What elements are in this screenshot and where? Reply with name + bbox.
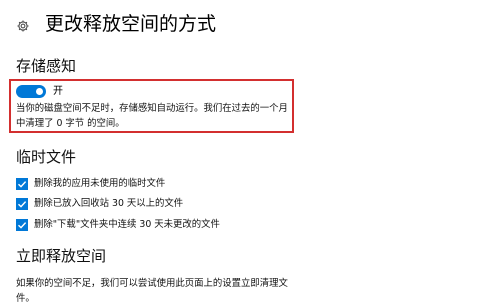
checkbox-checked-icon[interactable] (16, 219, 28, 231)
header (16, 13, 30, 37)
free-space-now-title: 立即释放空间 (16, 247, 107, 265)
gear-icon (16, 18, 30, 32)
checkbox-delete-app-temp[interactable]: 删除我的应用未使用的临时文件 (16, 177, 165, 191)
checkbox-label: 删除"下载"文件夹中连续 30 天未更改的文件 (34, 219, 220, 230)
free-space-now-description: 如果你的空间不足，我们可以尝试使用此页面上的设置立即清理文件。 (16, 278, 288, 304)
checkbox-delete-recycle-bin[interactable]: 删除已放入回收站 30 天以上的文件 (16, 197, 183, 211)
checkbox-checked-icon[interactable] (16, 198, 28, 210)
checkbox-label: 删除我的应用未使用的临时文件 (34, 178, 166, 189)
page-title: 更改释放空间的方式 (45, 13, 217, 35)
checkbox-checked-icon[interactable] (16, 178, 28, 190)
temp-files-title: 临时文件 (16, 148, 77, 166)
storage-sense-description-line1: 当你的磁盘空间不足时，存储感知自动运行。我们在过去的一个月 (16, 103, 288, 114)
toggle-knob (36, 88, 43, 95)
checkbox-label: 删除已放入回收站 30 天以上的文件 (34, 198, 184, 209)
storage-sense-title: 存储感知 (16, 57, 77, 75)
checkbox-delete-downloads[interactable]: 删除"下载"文件夹中连续 30 天未更改的文件 (16, 218, 220, 232)
toggle-label: 开 (53, 86, 63, 97)
storage-sense-toggle[interactable] (16, 85, 46, 98)
storage-sense-description-line2: 中清理了 0 字节 的空间。 (16, 118, 125, 129)
